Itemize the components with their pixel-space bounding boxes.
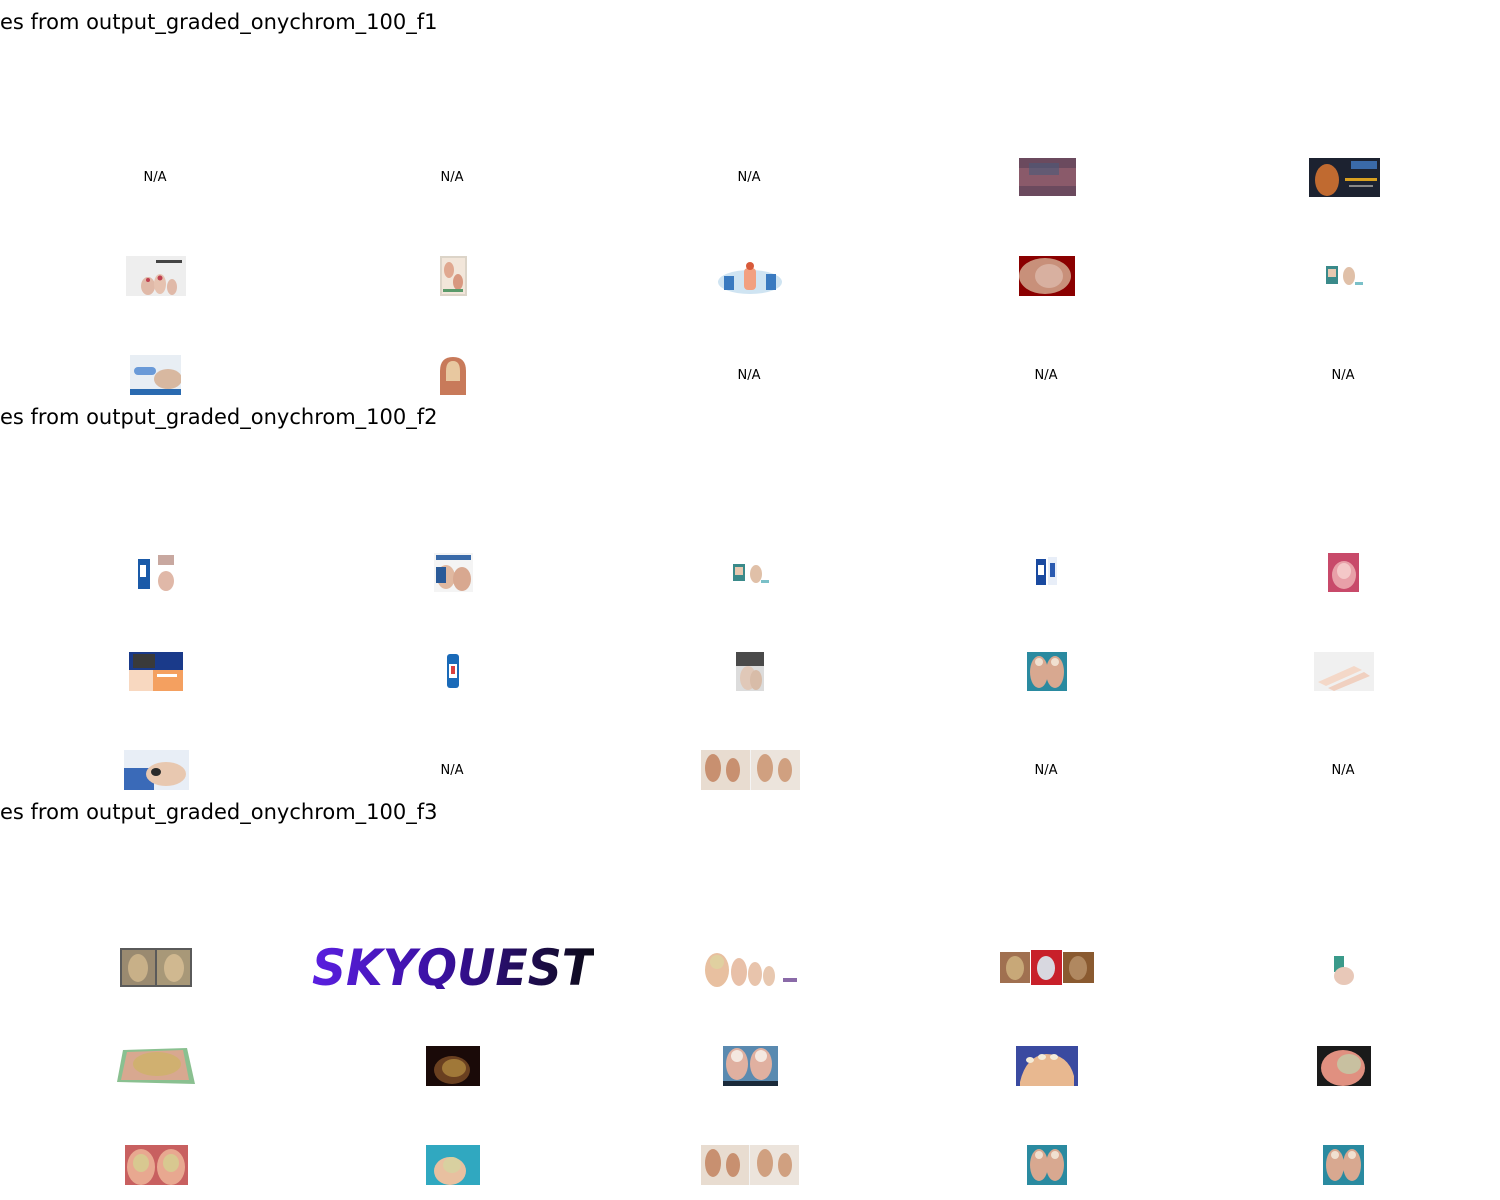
na-label: N/A (440, 762, 464, 778)
thumbnail-image (1019, 256, 1075, 296)
section-title-f2: es from output_graded_onychrom_100_f2 (0, 405, 438, 429)
na-label: N/A (1331, 367, 1355, 383)
thumbnail-image (701, 750, 800, 790)
na-label: N/A (737, 367, 761, 383)
na-label: N/A (1034, 762, 1058, 778)
thumbnail-image (129, 652, 183, 691)
na-label: N/A (1331, 762, 1355, 778)
thumbnail-image (1034, 555, 1059, 590)
section-title-f1: es from output_graded_onychrom_100_f1 (0, 10, 438, 34)
thumbnail-image (1323, 1145, 1364, 1185)
thumbnail-image (426, 1046, 480, 1086)
na-label: N/A (143, 169, 167, 185)
thumbnail-image (130, 355, 181, 395)
thumbnail-image (723, 1046, 778, 1086)
na-label: N/A (1034, 367, 1058, 383)
thumbnail-image (1314, 652, 1374, 691)
thumbnail-image (1328, 553, 1359, 592)
thumbnail-image (1019, 158, 1076, 196)
thumbnail-image (1027, 1145, 1067, 1185)
na-label: N/A (737, 169, 761, 185)
thumbnail-image (732, 562, 769, 585)
thumbnail-image (736, 652, 764, 691)
thumbnail-image (1016, 1046, 1078, 1086)
section-title-f3: es from output_graded_onychrom_100_f3 (0, 800, 438, 824)
thumbnail-image (440, 256, 467, 296)
thumbnail-image (117, 1046, 195, 1085)
thumbnail-image (125, 1145, 188, 1185)
na-label: N/A (440, 169, 464, 185)
thumbnail-image (120, 948, 192, 987)
thumbnail-image (1317, 1046, 1371, 1086)
thumbnail-image (1000, 950, 1094, 985)
thumbnail-image (1325, 264, 1363, 288)
thumbnail-image (1309, 158, 1380, 197)
thumbnail-image (1330, 952, 1358, 986)
thumbnail-image (434, 553, 473, 592)
thumbnail-image (703, 948, 799, 987)
thumbnail-image (444, 652, 462, 690)
thumbnail-image (701, 1145, 799, 1185)
thumbnail-image (438, 355, 468, 395)
thumbnail-image (426, 1145, 480, 1185)
thumbnail-image (136, 553, 176, 592)
skyquest-logo-text: SKYQUEST (312, 945, 594, 989)
thumbnail-image (716, 258, 784, 294)
thumbnail-image (124, 750, 189, 790)
thumbnail-image (1027, 652, 1067, 691)
skyquest-logo: SKYQUEST (312, 939, 598, 997)
thumbnail-image (126, 256, 186, 296)
